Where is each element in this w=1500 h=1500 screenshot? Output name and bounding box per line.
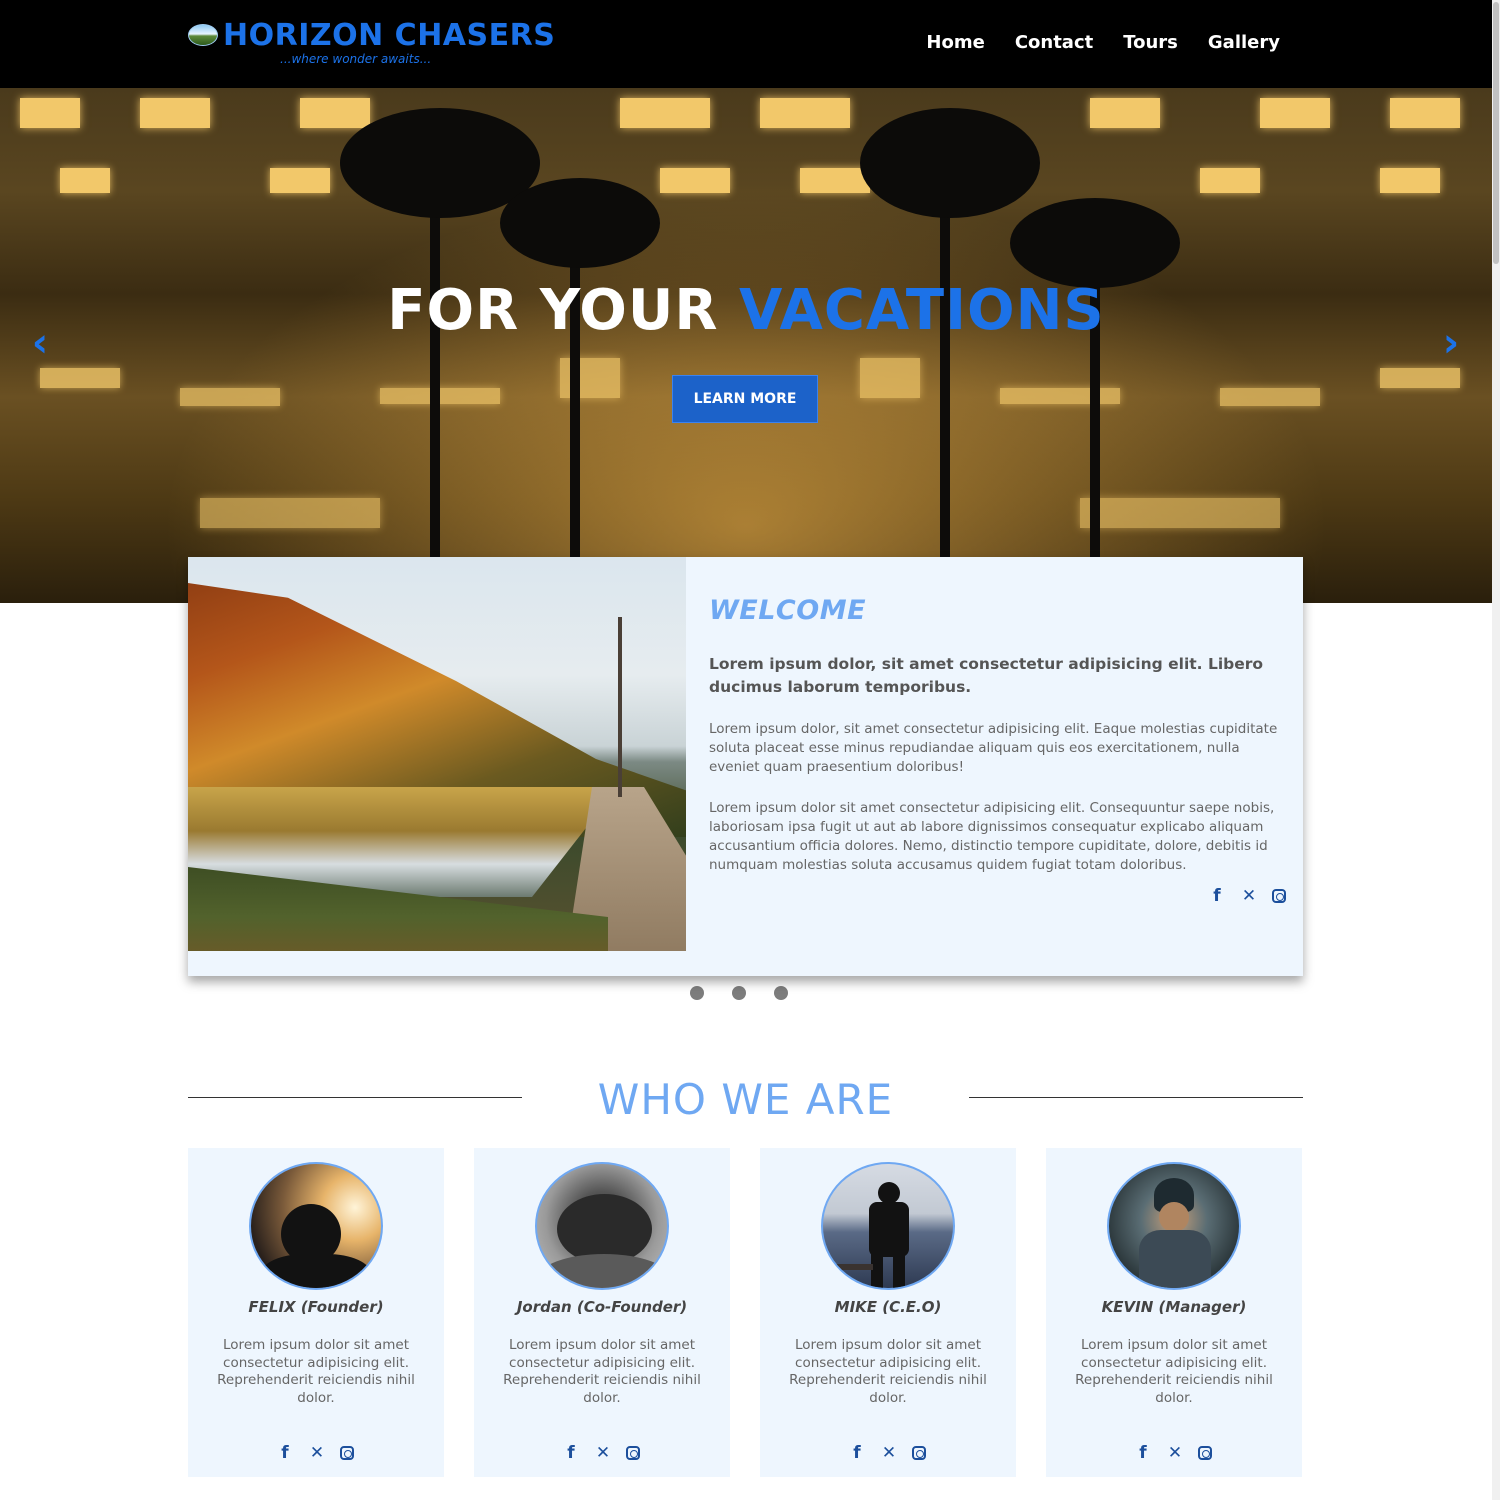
avatar (1107, 1162, 1241, 1290)
member-social-links: f ✕ (276, 1443, 354, 1463)
nav-contact[interactable]: Contact (1015, 32, 1093, 53)
x-icon[interactable]: ✕ (594, 1443, 612, 1463)
carousel-dot-1[interactable] (690, 986, 704, 1000)
facebook-icon[interactable]: f (276, 1443, 294, 1463)
site-header: HORIZON CHASERS ...where wonder awaits..… (0, 0, 1492, 88)
team-member-card: Jordan (Co-Founder) Lorem ipsum dolor si… (474, 1148, 730, 1477)
hero-title-accent: VACATIONS (738, 278, 1105, 343)
instagram-icon[interactable] (1272, 889, 1286, 903)
member-social-links: f ✕ (1134, 1443, 1212, 1463)
x-icon[interactable]: ✕ (880, 1443, 898, 1463)
x-icon[interactable]: ✕ (1166, 1443, 1184, 1463)
facebook-icon[interactable]: f (1208, 886, 1226, 906)
nav-gallery[interactable]: Gallery (1208, 32, 1280, 53)
page-scrollbar[interactable] (1492, 0, 1500, 1500)
avatar (821, 1162, 955, 1290)
autumn-lake-image (188, 557, 686, 951)
hero-banner: ‹ › FOR YOUR VACATIONS LEARN MORE (0, 88, 1492, 603)
member-name: MIKE (C.E.O) (834, 1298, 942, 1316)
welcome-title: WELCOME (709, 595, 867, 626)
welcome-card: WELCOME Lorem ipsum dolor, sit amet cons… (188, 557, 1303, 976)
team-member-card: KEVIN (Manager) Lorem ipsum dolor sit am… (1046, 1148, 1302, 1477)
member-social-links: f ✕ (848, 1443, 926, 1463)
member-social-links: f ✕ (562, 1443, 640, 1463)
member-description: Lorem ipsum dolor sit amet consectetur a… (789, 1337, 987, 1406)
hero-title-part1: FOR YOUR (387, 278, 739, 343)
avatar (535, 1162, 669, 1290)
facebook-icon[interactable]: f (848, 1443, 866, 1463)
avatar (249, 1162, 383, 1290)
facebook-icon[interactable]: f (1134, 1443, 1152, 1463)
x-icon[interactable]: ✕ (1240, 886, 1258, 906)
carousel-dots (690, 986, 788, 1000)
carousel-dot-2[interactable] (732, 986, 746, 1000)
team-member-card: FELIX (Founder) Lorem ipsum dolor sit am… (188, 1148, 444, 1477)
member-name: Jordan (Co-Founder) (516, 1298, 688, 1316)
member-description: Lorem ipsum dolor sit amet consectetur a… (217, 1337, 415, 1406)
section-divider-right (969, 1097, 1303, 1098)
instagram-icon[interactable] (626, 1446, 640, 1460)
team-member-card: MIKE (C.E.O) Lorem ipsum dolor sit amet … (760, 1148, 1016, 1477)
main-nav: Home Contact Tours Gallery (926, 32, 1280, 53)
nav-tours[interactable]: Tours (1123, 32, 1178, 53)
globe-logo-icon (188, 24, 218, 46)
section-divider-left (188, 1097, 522, 1098)
logo-title: HORIZON CHASERS (223, 18, 556, 53)
logo-tagline: ...where wonder awaits... (280, 52, 432, 66)
team-cards: FELIX (Founder) Lorem ipsum dolor sit am… (188, 1148, 1302, 1477)
welcome-paragraph-1: Lorem ipsum dolor, sit amet consectetur … (709, 721, 1278, 775)
instagram-icon[interactable] (912, 1446, 926, 1460)
welcome-paragraph-2: Lorem ipsum dolor sit amet consectetur a… (709, 800, 1275, 873)
who-we-are-title: WHO WE ARE (597, 1075, 894, 1124)
member-name: FELIX (Founder) (248, 1298, 384, 1316)
instagram-icon[interactable] (1198, 1446, 1212, 1460)
member-description: Lorem ipsum dolor sit amet consectetur a… (1075, 1337, 1273, 1406)
logo[interactable]: HORIZON CHASERS ...where wonder awaits..… (188, 18, 555, 70)
nav-home[interactable]: Home (926, 32, 984, 53)
learn-more-button[interactable]: LEARN MORE (672, 375, 818, 423)
instagram-icon[interactable] (340, 1446, 354, 1460)
carousel-dot-3[interactable] (774, 986, 788, 1000)
member-name: KEVIN (Manager) (1101, 1298, 1247, 1316)
x-icon[interactable]: ✕ (308, 1443, 326, 1463)
scrollbar-thumb[interactable] (1493, 2, 1499, 264)
member-description: Lorem ipsum dolor sit amet consectetur a… (503, 1337, 701, 1406)
hero-title: FOR YOUR VACATIONS (0, 278, 1492, 343)
welcome-social-links: f ✕ (1208, 886, 1286, 906)
welcome-lead: Lorem ipsum dolor, sit amet consectetur … (709, 655, 1264, 696)
facebook-icon[interactable]: f (562, 1443, 580, 1463)
